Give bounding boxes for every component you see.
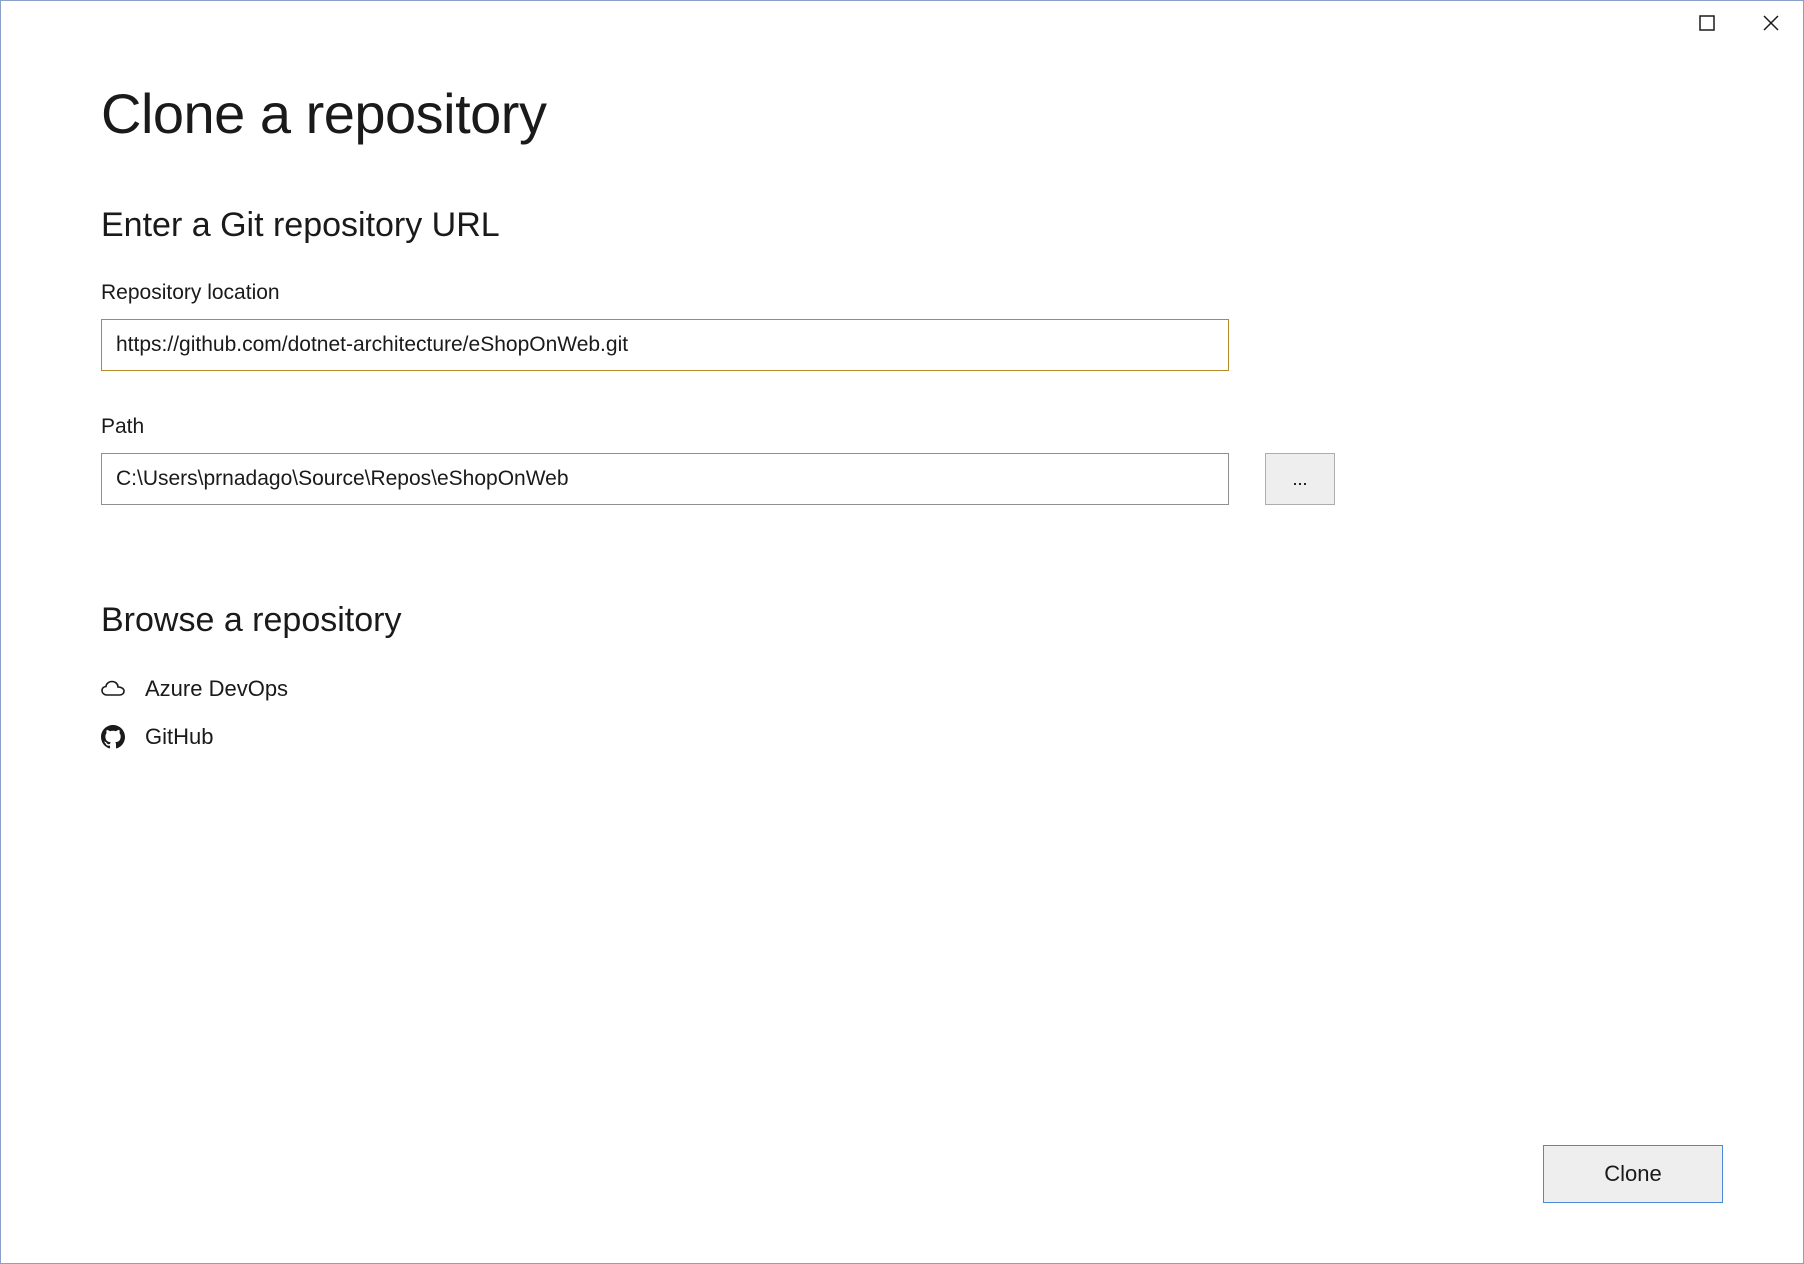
path-label: Path <box>101 415 1703 439</box>
browse-repository-section: Browse a repository Azure DevOps GitHub <box>101 601 1703 750</box>
browse-item-azure-devops[interactable]: Azure DevOps <box>101 676 1703 702</box>
path-input[interactable] <box>101 453 1229 505</box>
browse-item-label: Azure DevOps <box>145 676 288 702</box>
clone-button[interactable]: Clone <box>1543 1145 1723 1203</box>
path-field: Path ... <box>101 415 1703 505</box>
page-title: Clone a repository <box>101 81 1703 146</box>
dialog-content: Clone a repository Enter a Git repositor… <box>1 1 1803 1263</box>
browse-item-github[interactable]: GitHub <box>101 724 1703 750</box>
section-heading-url: Enter a Git repository URL <box>101 206 1703 245</box>
browse-path-button[interactable]: ... <box>1265 453 1335 505</box>
cloud-icon <box>101 677 125 701</box>
repo-location-label: Repository location <box>101 281 1703 305</box>
repo-location-field: Repository location <box>101 281 1703 371</box>
repo-location-input[interactable] <box>101 319 1229 371</box>
section-heading-browse: Browse a repository <box>101 601 1703 640</box>
path-row: ... <box>101 453 1703 505</box>
github-icon <box>101 725 125 749</box>
browse-item-label: GitHub <box>145 724 213 750</box>
